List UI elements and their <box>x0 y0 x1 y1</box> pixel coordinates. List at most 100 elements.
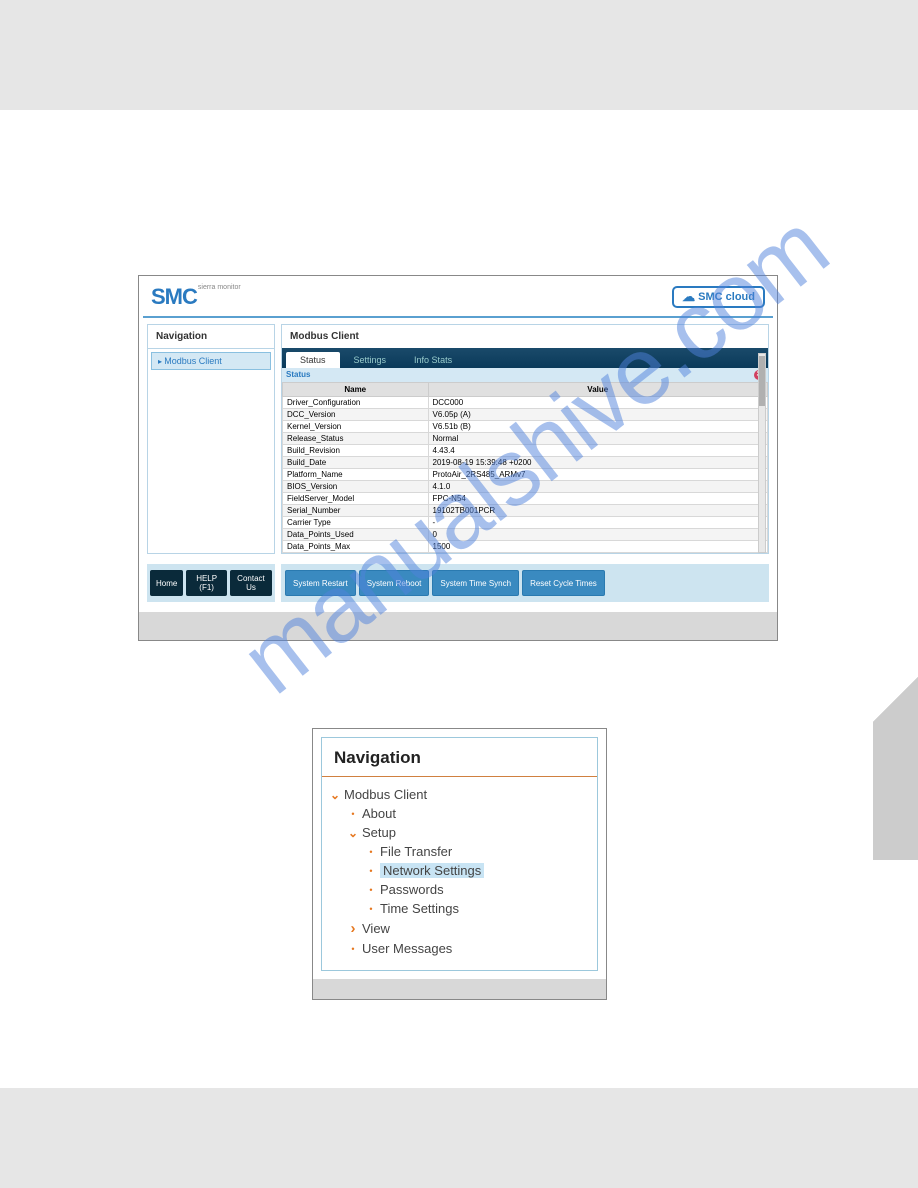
main-panel-title: Modbus Client <box>282 325 768 348</box>
bullet-icon: • <box>344 944 362 954</box>
tree-item-label: User Messages <box>362 941 452 956</box>
cell-name: Platform_Name <box>283 469 429 481</box>
cell-value: 2019-08-19 15:39:48 +0200 <box>428 457 768 469</box>
cell-name: DCC_Version <box>283 409 429 421</box>
cell-value: ProtoAir_2RS485_ARMv7 <box>428 469 768 481</box>
page-corner-fold <box>873 600 918 860</box>
footer-left-group: HomeHELP (F1)Contact Us <box>147 564 275 602</box>
system-button[interactable]: System Reboot <box>359 570 430 596</box>
tree-item-label: Setup <box>362 825 396 840</box>
nav-tree-header: Navigation <box>322 738 597 777</box>
tree-item[interactable]: •Network Settings <box>326 861 593 880</box>
table-row: BIOS_Version4.1.0 <box>283 481 768 493</box>
cell-name: Release_Status <box>283 433 429 445</box>
cell-name: Build_Date <box>283 457 429 469</box>
app-header: SMCsierra monitor ☁ SMC cloud <box>143 280 773 318</box>
table-row: DCC_VersionV6.05p (A) <box>283 409 768 421</box>
chevron-down-icon: ⌄ <box>326 788 344 802</box>
screenshot-footer-gray <box>139 612 777 640</box>
table-row: FieldServer_ModelFPC-N54 <box>283 493 768 505</box>
cell-value: 4.43.4 <box>428 445 768 457</box>
tree-item[interactable]: ⌄Setup <box>326 823 593 842</box>
cell-value: 19102TB001PCR <box>428 505 768 517</box>
cloud-icon: ☁ <box>682 289 695 305</box>
nav-tree-panel: Navigation ⌄Modbus Client•About⌄Setup•Fi… <box>321 737 598 971</box>
tree-item[interactable]: •File Transfer <box>326 842 593 861</box>
tree-item-label: File Transfer <box>380 844 452 859</box>
system-button[interactable]: Reset Cycle Times <box>522 570 605 596</box>
status-label: Status <box>286 370 310 380</box>
footer-right-group: System RestartSystem RebootSystem Time S… <box>281 564 769 602</box>
table-row: Release_StatusNormal <box>283 433 768 445</box>
nav-panel-header: Navigation <box>148 325 274 349</box>
chevron-down-icon: ⌄ <box>344 826 362 840</box>
cell-value: V6.05p (A) <box>428 409 768 421</box>
bullet-icon: • <box>362 866 380 876</box>
cell-name: BIOS_Version <box>283 481 429 493</box>
cell-value: 1500 <box>428 541 768 553</box>
tree-item-label: Modbus Client <box>344 787 427 802</box>
tree-item-label: Passwords <box>380 882 444 897</box>
table-row: Build_Revision4.43.4 <box>283 445 768 457</box>
cell-name: Serial_Number <box>283 505 429 517</box>
footer-button[interactable]: HELP (F1) <box>186 570 227 596</box>
footer-button[interactable]: Home <box>150 570 183 596</box>
tree-item-label: Time Settings <box>380 901 459 916</box>
cell-name: Kernel_Version <box>283 421 429 433</box>
cell-name: Carrier Type <box>283 517 429 529</box>
status-table: Name Value Driver_ConfigurationDCC000DCC… <box>282 382 768 553</box>
cell-value: V6.51b (B) <box>428 421 768 433</box>
bullet-icon: • <box>362 904 380 914</box>
footer-button[interactable]: Contact Us <box>230 570 272 596</box>
bullet-icon: • <box>344 809 362 819</box>
cell-name: Data_Points_Max <box>283 541 429 553</box>
smc-cloud-label: SMC cloud <box>698 291 755 303</box>
tree-item[interactable]: •Time Settings <box>326 899 593 918</box>
screenshot-nav-tree: Navigation ⌄Modbus Client•About⌄Setup•Fi… <box>312 728 607 1000</box>
chevron-right-icon: › <box>344 920 362 937</box>
tab-info-stats[interactable]: Info Stats <box>400 352 466 368</box>
table-row: Carrier Type- <box>283 517 768 529</box>
table-row: Build_Date2019-08-19 15:39:48 +0200 <box>283 457 768 469</box>
bullet-icon: • <box>362 885 380 895</box>
tab-settings[interactable]: Settings <box>340 352 401 368</box>
tree-item[interactable]: •User Messages <box>326 939 593 958</box>
table-row: Kernel_VersionV6.51b (B) <box>283 421 768 433</box>
cell-value: 4.1.0 <box>428 481 768 493</box>
tree-item[interactable]: •About <box>326 804 593 823</box>
screenshot2-footer-gray <box>313 979 606 999</box>
nav-tree-list: ⌄Modbus Client•About⌄Setup•File Transfer… <box>322 777 597 970</box>
cell-name: Driver_Configuration <box>283 397 429 409</box>
cell-value: - <box>428 517 768 529</box>
tree-item[interactable]: •Passwords <box>326 880 593 899</box>
tree-item[interactable]: ›View <box>326 918 593 939</box>
cell-name: Build_Revision <box>283 445 429 457</box>
system-button[interactable]: System Restart <box>285 570 356 596</box>
cell-name: Data_Points_Used <box>283 529 429 541</box>
page-footer-bar <box>0 1088 918 1188</box>
table-row: Platform_NameProtoAir_2RS485_ARMv7 <box>283 469 768 481</box>
cell-value: 0 <box>428 529 768 541</box>
smc-cloud-button[interactable]: ☁ SMC cloud <box>672 286 765 308</box>
screenshot-main-app: SMCsierra monitor ☁ SMC cloud Navigation… <box>138 275 778 641</box>
tab-bar: Status Settings Info Stats <box>282 348 768 368</box>
table-row: Data_Points_Max1500 <box>283 541 768 553</box>
nav-item-modbus[interactable]: Modbus Client <box>151 352 271 370</box>
page-header-bar <box>0 0 918 110</box>
scrollbar[interactable] <box>758 353 766 553</box>
table-row: Driver_ConfigurationDCC000 <box>283 397 768 409</box>
tree-item-label: View <box>362 921 390 936</box>
scrollbar-thumb[interactable] <box>759 356 765 406</box>
main-panel: Modbus Client Status Settings Info Stats… <box>281 324 769 554</box>
tree-item-label: About <box>362 806 396 821</box>
tab-status[interactable]: Status <box>286 352 340 368</box>
cell-name: FieldServer_Model <box>283 493 429 505</box>
smc-logo: SMCsierra monitor <box>151 284 241 310</box>
system-button[interactable]: System Time Synch <box>432 570 519 596</box>
cell-value: FPC-N54 <box>428 493 768 505</box>
nav-panel: Navigation Modbus Client <box>147 324 275 554</box>
table-row: Data_Points_Used0 <box>283 529 768 541</box>
cell-value: DCC000 <box>428 397 768 409</box>
cell-value: Normal <box>428 433 768 445</box>
tree-item[interactable]: ⌄Modbus Client <box>326 785 593 804</box>
